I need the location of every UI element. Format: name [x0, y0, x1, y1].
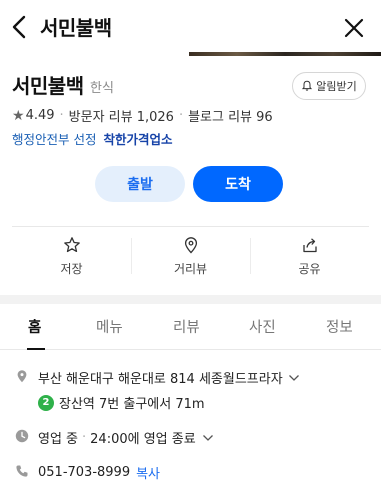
- hours-text: 24:00에 영업 종료: [90, 432, 196, 447]
- tab-bar: 홈 메뉴 리뷰 사진 정보: [0, 304, 381, 350]
- hours-row[interactable]: 영업 중 · 24:00에 영업 종료: [38, 428, 214, 447]
- close-icon[interactable]: [342, 16, 366, 40]
- tab-menu[interactable]: 메뉴: [96, 316, 123, 337]
- transit-row: 2 장산역 7번 출구에서 71m: [38, 393, 205, 412]
- tab-home[interactable]: 홈: [28, 316, 41, 337]
- open-status: 영업 중: [38, 432, 79, 447]
- place-name: 서민불백: [12, 74, 84, 98]
- bell-icon: [302, 80, 313, 91]
- save-button[interactable]: 저장: [12, 226, 131, 286]
- designation-badge: 착한가격업소: [103, 132, 173, 147]
- rating-value: 4.49: [25, 108, 55, 123]
- star-icon: [63, 236, 80, 252]
- location-pin-icon: [184, 236, 197, 253]
- phone-number[interactable]: 051-703-8999: [38, 465, 130, 480]
- visitor-reviews-link[interactable]: 방문자 리뷰 1,026: [69, 106, 174, 125]
- separator-dot: ·: [82, 430, 87, 445]
- share-icon: [302, 237, 317, 252]
- save-label: 저장: [60, 261, 83, 276]
- share-button[interactable]: 공유: [250, 226, 369, 286]
- active-tab-indicator: [27, 348, 45, 350]
- header-title: 서민불백: [40, 16, 112, 40]
- action-row: 저장 거리뷰 공유: [12, 226, 369, 286]
- phone-row: 051-703-8999 복사: [38, 463, 160, 482]
- tab-reviews[interactable]: 리뷰: [173, 316, 200, 337]
- transit-text: 장산역 7번 출구에서 71m: [59, 397, 205, 412]
- street-view-button[interactable]: 거리뷰: [131, 226, 250, 286]
- place-category: 한식: [90, 81, 114, 96]
- chevron-down-icon: [288, 374, 299, 381]
- alarm-label: 알림받기: [316, 80, 357, 93]
- rating-star-icon: ★: [12, 107, 25, 124]
- clock-icon: [15, 429, 29, 443]
- alarm-button[interactable]: 알림받기: [292, 72, 366, 100]
- phone-icon: [16, 465, 28, 477]
- section-separator: [0, 295, 381, 304]
- photo-strip[interactable]: [189, 52, 381, 56]
- blog-reviews-link[interactable]: 블로그 리뷰 96: [188, 106, 273, 125]
- top-bar: 서민불백: [0, 0, 381, 56]
- chevron-down-icon: [202, 434, 213, 441]
- separator-dot: ·: [178, 108, 184, 123]
- street-view-label: 거리뷰: [173, 261, 208, 276]
- address-text: 부산 해운대구 해운대로 814 세종월드프라자: [38, 372, 283, 387]
- designation-prefix: 행정안전부 선정: [12, 132, 97, 147]
- arrive-button[interactable]: 도착: [193, 166, 283, 202]
- share-label: 공유: [298, 261, 321, 276]
- separator-dot: ·: [59, 108, 64, 123]
- rating-row: ★ 4.49 · 방문자 리뷰 1,026 · 블로그 리뷰 96: [12, 106, 273, 126]
- location-pin-icon: [17, 370, 27, 383]
- subway-line-badge: 2: [38, 394, 54, 411]
- copy-button[interactable]: 복사: [136, 463, 160, 482]
- tab-photos[interactable]: 사진: [249, 316, 276, 337]
- back-arrow-icon[interactable]: [9, 14, 31, 40]
- tab-info[interactable]: 정보: [326, 316, 353, 337]
- address-row[interactable]: 부산 해운대구 해운대로 814 세종월드프라자: [38, 368, 300, 387]
- designation-line[interactable]: 행정안전부 선정 착한가격업소: [12, 129, 172, 148]
- depart-button[interactable]: 출발: [95, 166, 185, 202]
